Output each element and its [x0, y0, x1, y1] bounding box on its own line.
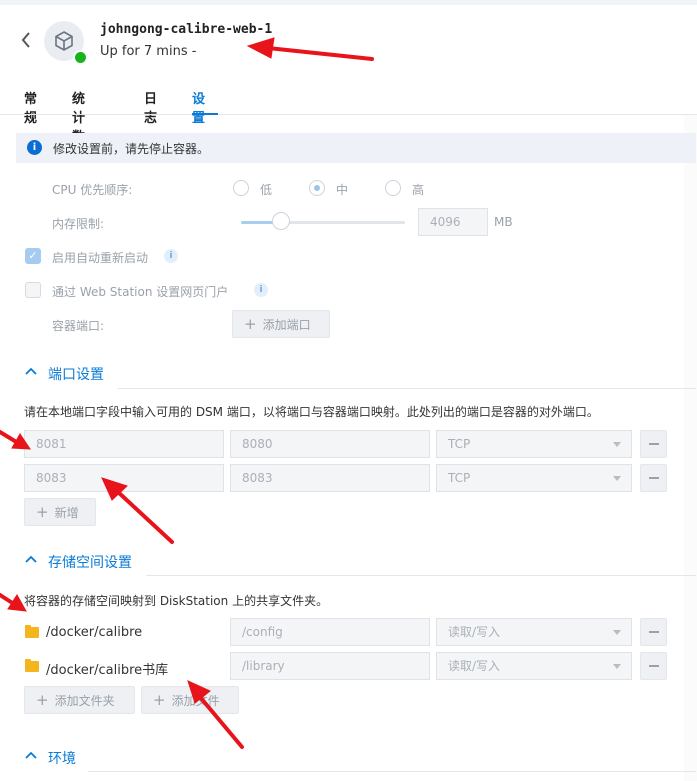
- local-port-input[interactable]: 8081: [24, 430, 224, 458]
- host-folder-path: /docker/calibre书库: [46, 663, 169, 678]
- info-icon[interactable]: i: [254, 283, 268, 297]
- chevron-up-icon[interactable]: [25, 749, 37, 762]
- tab-divider: [0, 114, 697, 115]
- chevron-up-icon[interactable]: [25, 553, 37, 566]
- running-status-dot: [73, 50, 88, 65]
- notice-text: 修改设置前，请先停止容器。: [53, 142, 210, 156]
- mount-path-input[interactable]: /library: [230, 652, 430, 680]
- cpu-medium-label: 中: [336, 183, 349, 197]
- port-settings-title[interactable]: 端口设置: [48, 364, 104, 384]
- section-divider: [118, 388, 696, 389]
- tab-settings[interactable]: 设置: [192, 88, 205, 126]
- container-port-input[interactable]: 8080: [230, 430, 430, 458]
- storage-settings-title[interactable]: 存储空间设置: [48, 552, 132, 572]
- container-port-input[interactable]: 8083: [230, 464, 430, 492]
- info-icon: i: [27, 140, 42, 155]
- storage-description: 将容器的存储空间映射到 DiskStation 上的共享文件夹。: [24, 594, 329, 608]
- memory-limit-input[interactable]: 4096: [418, 208, 488, 236]
- auto-restart-checkbox[interactable]: ✓: [25, 248, 41, 264]
- host-folder-path: /docker/calibre: [46, 625, 143, 640]
- chevron-left-icon[interactable]: [20, 30, 32, 53]
- active-tab-indicator: [192, 113, 218, 115]
- section-divider: [146, 575, 696, 576]
- webstation-checkbox[interactable]: [25, 282, 41, 298]
- port-description: 请在本地端口字段中输入可用的 DSM 端口，以将端口与容器端口映射。此处列出的端…: [24, 405, 599, 419]
- cpu-high-radio[interactable]: [385, 180, 401, 196]
- tab-log[interactable]: 日志: [144, 88, 157, 126]
- plus-icon: +: [36, 691, 49, 709]
- access-mode-select[interactable]: 读取/写入: [436, 618, 632, 646]
- local-port-input[interactable]: 8083: [24, 464, 224, 492]
- remove-port-button[interactable]: [640, 430, 667, 458]
- cpu-high-label: 高: [412, 183, 425, 197]
- cpu-low-radio[interactable]: [233, 180, 249, 196]
- cpu-medium-radio[interactable]: [309, 180, 325, 196]
- memory-slider-handle[interactable]: [272, 212, 290, 230]
- access-mode-select[interactable]: 读取/写入: [436, 652, 632, 680]
- add-port-row-button[interactable]: + 新增: [24, 498, 96, 526]
- chevron-down-icon: [613, 630, 621, 635]
- memory-unit: MB: [494, 215, 513, 229]
- memory-limit-label: 内存限制:: [52, 217, 105, 231]
- webstation-label: 通过 Web Station 设置网页门户: [52, 285, 229, 299]
- top-strip: [0, 0, 697, 5]
- chevron-down-icon: [613, 442, 621, 447]
- protocol-select[interactable]: TCP: [436, 430, 632, 458]
- add-file-button[interactable]: + 添加文件: [141, 686, 239, 714]
- cpu-low-label: 低: [260, 183, 273, 197]
- section-divider: [88, 771, 696, 772]
- scrollbar[interactable]: [684, 115, 697, 781]
- folder-icon: [25, 625, 39, 638]
- add-folder-button[interactable]: + 添加文件夹: [24, 686, 135, 714]
- add-port-button[interactable]: + 添加端口: [232, 310, 330, 338]
- plus-icon: +: [153, 691, 166, 709]
- container-port-label: 容器端口:: [52, 319, 105, 333]
- chevron-up-icon[interactable]: [25, 365, 37, 378]
- info-icon[interactable]: i: [164, 249, 178, 263]
- tab-general[interactable]: 常规: [24, 88, 37, 126]
- auto-restart-label: 启用自动重新启动: [52, 251, 149, 265]
- container-title: johngong-calibre-web-1: [100, 22, 273, 37]
- chevron-down-icon: [613, 664, 621, 669]
- uptime-status: Up for 7 mins -: [100, 44, 197, 59]
- remove-port-button[interactable]: [640, 464, 667, 492]
- remove-folder-button[interactable]: [640, 618, 667, 646]
- protocol-select[interactable]: TCP: [436, 464, 632, 492]
- plus-icon: +: [36, 503, 49, 521]
- cpu-priority-label: CPU 优先顺序:: [52, 183, 133, 197]
- environment-title[interactable]: 环境: [48, 748, 76, 768]
- remove-folder-button[interactable]: [640, 652, 667, 680]
- mount-path-input[interactable]: /config: [230, 618, 430, 646]
- folder-icon: [25, 659, 39, 672]
- chevron-down-icon: [613, 476, 621, 481]
- plus-icon: +: [244, 315, 257, 333]
